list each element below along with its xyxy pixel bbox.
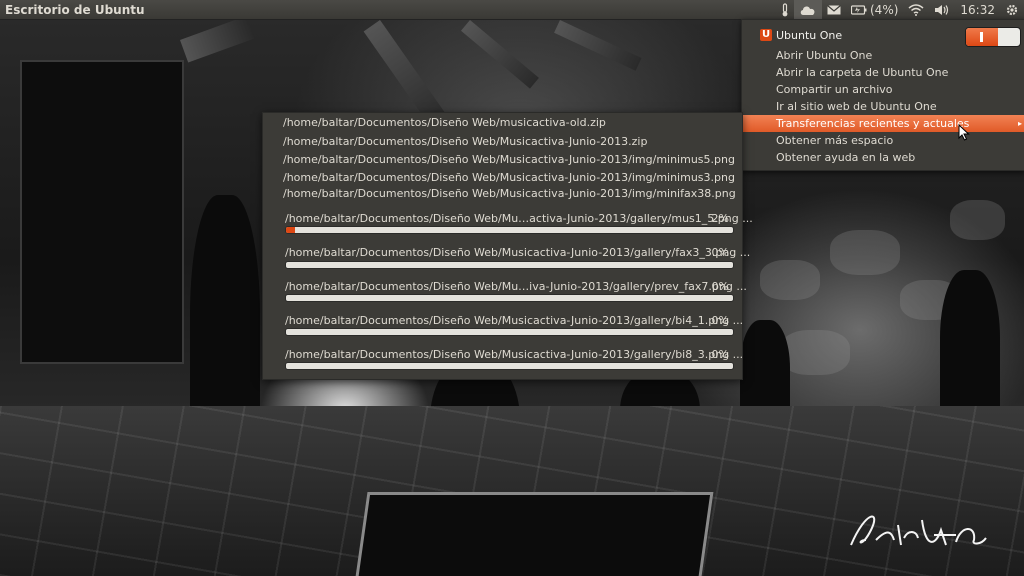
recent-transfer-item[interactable]: /home/baltar/Documentos/Diseño Web/Music…: [283, 185, 736, 202]
transfer-percent: 0%: [711, 280, 729, 293]
menu-item-more-space[interactable]: Obtener más espacio: [742, 132, 1024, 149]
indicator-area: (4%) 16:32: [776, 0, 1024, 19]
battery-icon: [851, 4, 867, 15]
recent-transfer-item[interactable]: /home/baltar/Documentos/Diseño Web/Music…: [283, 133, 647, 150]
mouse-pointer-icon: [958, 124, 970, 141]
gear-icon[interactable]: [1000, 0, 1024, 19]
transfer-percent: 0%: [711, 348, 729, 361]
menu-item-transfers[interactable]: Transferencias recientes y actuales ▸: [742, 115, 1024, 132]
window-title: Escritorio de Ubuntu: [5, 2, 145, 17]
sync-toggle-switch[interactable]: [965, 27, 1021, 47]
current-transfer-label[interactable]: /home/baltar/Documentos/Diseño Web/Music…: [285, 245, 750, 260]
battery-percent: (4%): [870, 2, 899, 17]
mail-icon[interactable]: [822, 0, 846, 19]
menu-item-open-folder[interactable]: Abrir la carpeta de Ubuntu One: [742, 64, 1024, 81]
transfer-percent: 0%: [711, 246, 729, 259]
top-panel: Escritorio de Ubuntu (4%) 16:32: [0, 0, 1024, 20]
transfer-progress-bar: [285, 294, 734, 302]
menu-header-label: Ubuntu One: [776, 29, 843, 42]
menu-item-share-file[interactable]: Compartir un archivo: [742, 81, 1024, 98]
clock[interactable]: 16:32: [955, 0, 1000, 19]
wifi-icon[interactable]: [903, 0, 929, 19]
current-transfer-label[interactable]: /home/baltar/Documentos/Diseño Web/Mu…iv…: [285, 279, 747, 294]
transfer-progress-bar: [285, 261, 734, 269]
battery-indicator[interactable]: (4%): [846, 0, 903, 19]
current-transfer-label[interactable]: /home/baltar/Documentos/Diseño Web/Mu…ac…: [285, 211, 753, 226]
current-transfer-label[interactable]: /home/baltar/Documentos/Diseño Web/Music…: [285, 347, 743, 362]
menu-item-website[interactable]: Ir al sitio web de Ubuntu One: [742, 98, 1024, 115]
transfer-progress-bar: [285, 226, 734, 234]
recent-transfer-item[interactable]: /home/baltar/Documentos/Diseño Web/Music…: [283, 169, 735, 186]
transfer-progress-bar: [285, 362, 734, 370]
menu-item-help[interactable]: Obtener ayuda en la web: [742, 149, 1024, 166]
current-transfer-label[interactable]: /home/baltar/Documentos/Diseño Web/Music…: [285, 313, 743, 328]
photographer-signature: [850, 515, 987, 546]
menu-header: U Ubuntu One: [742, 26, 1024, 47]
recent-transfer-item[interactable]: /home/baltar/Documentos/Diseño Web/Music…: [283, 151, 735, 168]
ubuntu-one-cloud-icon[interactable]: [794, 0, 822, 19]
menu-item-open-ubuntu-one[interactable]: Abrir Ubuntu One: [742, 47, 1024, 64]
transfer-progress-bar: [285, 328, 734, 336]
recent-transfer-item[interactable]: /home/baltar/Documentos/Diseño Web/music…: [283, 114, 606, 131]
submenu-arrow-icon: ▸: [1017, 119, 1022, 128]
transfer-percent: 2%: [711, 212, 729, 225]
thermometer-icon[interactable]: [776, 0, 794, 19]
ubuntu-one-menu: U Ubuntu One Abrir Ubuntu One Abrir la c…: [741, 19, 1024, 171]
ubuntu-one-logo-icon: U: [760, 29, 772, 41]
transfer-percent: 0%: [711, 314, 729, 327]
volume-icon[interactable]: [929, 0, 955, 19]
transfers-submenu: /home/baltar/Documentos/Diseño Web/music…: [262, 112, 753, 380]
